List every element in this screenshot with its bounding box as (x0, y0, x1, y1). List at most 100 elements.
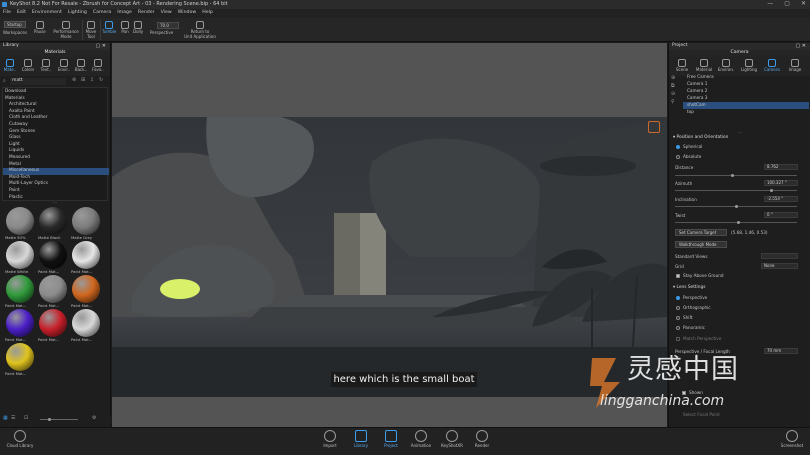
twist-slider[interactable] (675, 221, 797, 224)
pan-button[interactable]: Pan (121, 21, 129, 35)
library-button[interactable]: Library (346, 428, 376, 454)
menu-camera[interactable]: Camera (93, 10, 111, 16)
folder-icon[interactable]: ⊡ (24, 416, 28, 421)
workspace-select[interactable]: Startup (4, 21, 26, 28)
pause-button[interactable]: Pause (34, 21, 46, 35)
tab-textures[interactable]: Text.. (38, 59, 54, 73)
tree-item[interactable]: Multi-Layer Optics (3, 181, 109, 188)
shift-radio[interactable] (676, 316, 680, 320)
cpu-value-field[interactable]: 70.0 (157, 22, 179, 29)
azimuth-slider[interactable] (675, 189, 797, 192)
menu-lighting[interactable]: Lighting (68, 10, 87, 16)
tree-item[interactable]: Download (3, 89, 109, 96)
inclination-field[interactable]: -2.554 ° (764, 196, 798, 202)
tab-backplates[interactable]: Back.. (73, 59, 89, 73)
move-tool-button[interactable]: Move Tool (84, 21, 98, 39)
spherical-radio[interactable] (676, 145, 680, 149)
camera-list-item[interactable]: top (683, 109, 809, 116)
distance-slider[interactable] (675, 174, 797, 177)
settings-icon[interactable]: ⚙ (92, 416, 96, 421)
tab-environments[interactable]: Envir.. (56, 59, 72, 73)
material-thumbnail[interactable]: Matte White (5, 240, 35, 275)
region-render-icon[interactable] (648, 121, 660, 133)
list-view-icon[interactable]: ☰ (11, 416, 15, 421)
add-folder-icon[interactable]: ⊞ (81, 78, 85, 83)
material-thumbnail[interactable]: Paint Mat... (5, 274, 35, 309)
camera-list-item[interactable]: Camera 1 (683, 81, 809, 88)
performance-mode-button[interactable]: Performance Mode (50, 21, 82, 39)
tumble-button[interactable]: Tumble (102, 21, 116, 35)
tab-image[interactable]: Image (785, 59, 805, 73)
material-thumbnail[interactable]: Matte 50% (5, 206, 35, 241)
menu-image[interactable]: Image (117, 10, 132, 16)
orthographic-radio[interactable] (676, 306, 680, 310)
menu-render[interactable]: Render (138, 10, 155, 16)
panoramic-radio[interactable] (676, 326, 680, 330)
refresh-icon[interactable]: ↻ (99, 78, 103, 83)
material-thumbnail[interactable]: Matte Grey (71, 206, 101, 241)
absolute-radio[interactable] (676, 155, 680, 159)
material-thumbnail[interactable]: Paint Mat... (38, 240, 68, 275)
set-camera-target-button[interactable]: Set Camera Target (675, 229, 727, 236)
download-icon[interactable]: ⇩ (90, 78, 94, 83)
perspective-radio[interactable] (676, 296, 680, 300)
camera-list-item[interactable]: shotCam (683, 102, 809, 109)
minimize-button[interactable]: — (767, 1, 773, 7)
grid-view-icon[interactable]: ▦ (3, 416, 8, 421)
screenshot-button[interactable]: Screenshot (778, 430, 806, 448)
tree-item[interactable]: Plastic (3, 195, 109, 202)
lock-camera-icon[interactable]: ⚲ (671, 100, 680, 108)
tree-item[interactable]: Cloth and Leather (3, 115, 109, 122)
menu-help[interactable]: Help (202, 10, 213, 16)
tab-materials[interactable]: Mate.. (2, 59, 18, 73)
tab-environment[interactable]: Environ. (716, 59, 736, 73)
keyshotxr-button[interactable]: KeyShotXR (440, 430, 464, 448)
render-button[interactable]: Render (470, 430, 494, 448)
return-to-unit-button[interactable]: Return to Unit Application (183, 21, 217, 39)
menu-view[interactable]: View (161, 10, 172, 16)
cloud-library-button[interactable]: Cloud Library (6, 430, 34, 448)
menu-edit[interactable]: Edit (17, 10, 26, 16)
tab-camera[interactable]: Camera (762, 59, 782, 73)
workspaces-button[interactable]: Workspaces (3, 30, 27, 36)
tree-item[interactable]: Cutaway (3, 122, 109, 129)
material-thumbnail[interactable]: Paint Mat... (38, 274, 68, 309)
library-search-input[interactable]: matt (10, 78, 66, 85)
azimuth-field[interactable]: 100.327 ° (764, 180, 798, 186)
thumbnail-size-slider[interactable] (40, 418, 78, 421)
tree-item[interactable]: Measured (3, 155, 109, 162)
distance-field[interactable]: 8.762 (764, 164, 798, 170)
material-thumbnail[interactable]: Paint Mat... (38, 308, 68, 343)
camera-list-item[interactable]: Camera 3 (683, 95, 809, 102)
material-thumbnail[interactable]: Paint Mat... (5, 308, 35, 343)
animation-button[interactable]: Animation (409, 430, 433, 448)
project-button[interactable]: Project (376, 428, 406, 454)
inclination-slider[interactable] (675, 205, 797, 208)
dolly-button[interactable]: Dolly (133, 21, 143, 35)
material-thumbnail[interactable]: Paint Mat... (71, 308, 101, 343)
material-thumbnail[interactable]: Paint Mat... (5, 342, 35, 377)
tree-item[interactable]: Paint (3, 188, 109, 195)
material-thumbnail[interactable]: Matte Black (38, 206, 68, 241)
tree-item[interactable]: Miscellaneous (3, 168, 109, 175)
close-button[interactable]: ✕ (801, 1, 806, 7)
perspective-button[interactable]: Perspective (150, 30, 173, 36)
twist-field[interactable]: 0 ° (764, 212, 798, 218)
import-button[interactable]: Import (318, 430, 342, 448)
render-viewport[interactable]: here which is the small boat (112, 43, 667, 427)
stay-above-ground-checkbox[interactable] (676, 274, 680, 278)
tree-item[interactable]: Glass (3, 135, 109, 142)
walkthrough-mode-button[interactable]: Walkthrough Mode (675, 241, 727, 248)
camera-list-item[interactable]: Camera 2 (683, 88, 809, 95)
camera-list-item[interactable]: Free Camera (683, 74, 809, 81)
menu-file[interactable]: File (3, 10, 11, 16)
tab-material[interactable]: Material (694, 59, 714, 73)
maximize-button[interactable]: ▢ (784, 1, 790, 7)
filter-icon[interactable]: ⊜ (72, 78, 76, 83)
tree-item[interactable]: Architectural (3, 102, 109, 109)
tab-colors[interactable]: Colors (20, 59, 36, 73)
tree-item[interactable]: Liquids (3, 148, 109, 155)
tab-lighting[interactable]: Lighting (739, 59, 759, 73)
standard-views-select[interactable] (761, 253, 798, 259)
tab-favorites[interactable]: Favo.. (90, 59, 106, 73)
